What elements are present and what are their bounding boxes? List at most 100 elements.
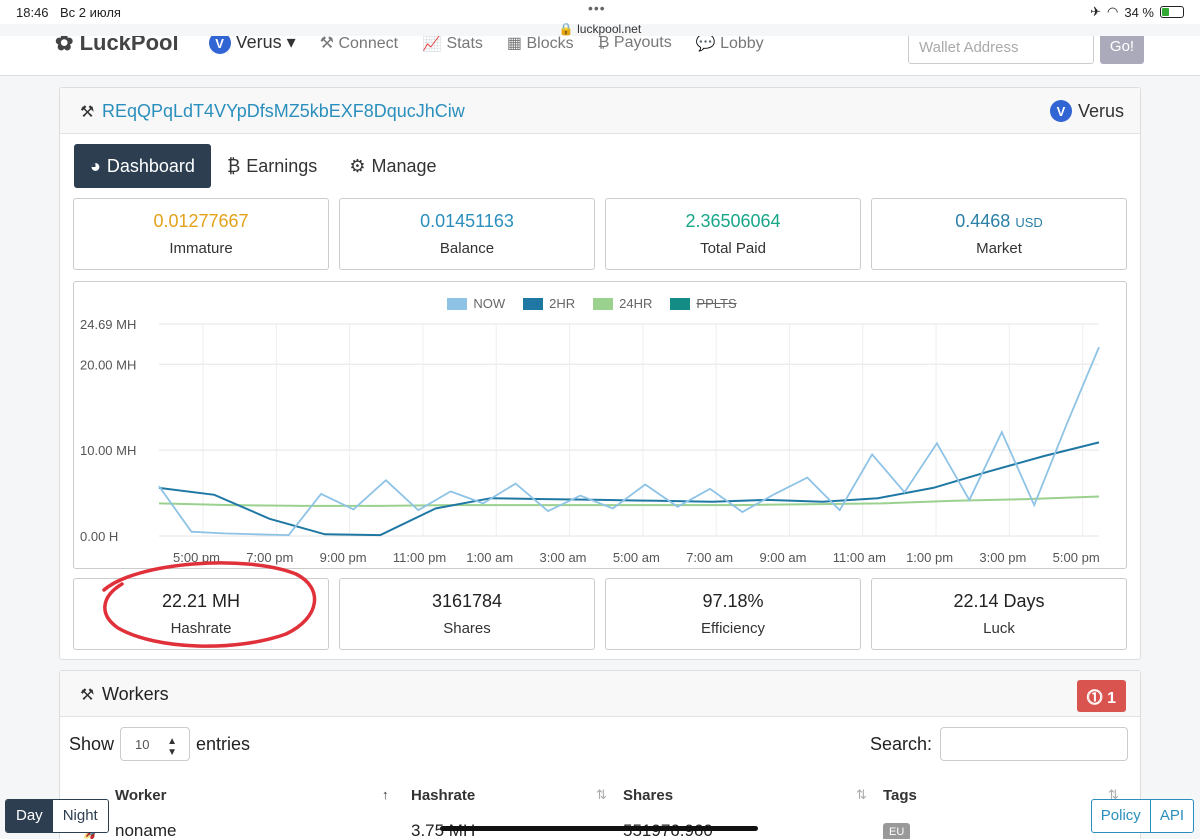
hammer-icon: ⚒ [80,104,95,121]
column-shares[interactable]: Shares [623,787,673,804]
tab-manage[interactable]: ⚙ Manage [333,144,452,188]
stat-value: 22.14 Days [953,591,1045,611]
panel-header: ⚒ REqQPqLdT4VYpDfsMZ5kbEXF8DqucJhCiw V Ve… [60,88,1140,134]
footer-links: Policy API [1090,799,1194,833]
coin-label: V Verus [1049,100,1124,122]
go-button[interactable]: Go! [1100,36,1144,64]
x-tick-label: 11:00 am [833,550,886,565]
stat-label: Total Paid [700,240,766,257]
column-tags[interactable]: Tags [883,787,917,804]
more-dots-icon[interactable]: ••• [588,0,606,16]
tab-earnings[interactable]: ₿ Earnings [211,144,333,188]
stat-label: Hashrate [170,620,232,637]
dashboard-panel: ⚒ REqQPqLdT4VYpDfsMZ5kbEXF8DqucJhCiw V Ve… [59,87,1141,660]
legend-label: PPLTS [696,296,737,311]
chart-legend: NOW 2HR 24HR PPLTS [74,296,1128,315]
entries-label: entries [196,733,251,754]
x-tick-label: 9:00 pm [320,550,367,565]
stat-value: 3161784 [431,591,503,611]
legend-item[interactable]: 2HR [523,296,575,311]
nav-stats[interactable]: 📈 Stats [422,36,483,53]
nav-payouts[interactable]: ₿ Payouts [598,36,672,52]
search-label: Search: [869,733,932,754]
brand-logo[interactable]: ✿ LuckPool [55,36,179,56]
alert-icon: ⓵ [1086,690,1103,707]
stat-label: Balance [439,240,495,257]
alert-badge[interactable]: ⓵ 1 [1076,680,1126,712]
tab-label: Dashboard [106,155,195,176]
x-tick-label: 3:00 pm [979,550,1026,565]
stat-label: Luck [983,620,1015,637]
stat-value: 22.21 MH [161,591,241,611]
wallet-address-input[interactable]: Wallet Address [908,36,1094,64]
stat-market: 0.4468 USD Market [871,198,1127,270]
sort-icon[interactable]: ⇅ [596,787,607,803]
stats-row: 22.21 MH Hashrate 3161784 Shares 97.18% … [73,578,1127,650]
stat-luck: 22.14 Days Luck [871,578,1127,650]
x-tick-label: 11:00 pm [393,550,446,565]
page-size-control: Show 10 ▲ ▼ entries [69,727,250,761]
nav-blocks[interactable]: ▦ Blocks [507,36,574,53]
stat-shares: 3161784 Shares [339,578,595,650]
balance-row: 0.01277667 Immature 0.01451163 Balance 2… [73,198,1127,270]
airplane-icon: ✈ [1090,4,1102,19]
ios-status-bar: 18:46 Вс 2 июля ••• 🔒 luckpool.net ✈ ◠ 3… [0,0,1200,36]
column-worker[interactable]: Worker [115,787,166,804]
theme-toggle: Day Night [5,799,109,833]
clover-icon: ✿ [55,36,74,55]
address-bar[interactable]: 🔒 luckpool.net [0,22,1200,36]
y-tick-label: 0.00 H [80,529,118,544]
coin-selector[interactable]: V Verus ▾ [208,36,296,55]
workers-header: ⚒ Workers ⓵ 1 [60,671,1140,717]
nav-label: Blocks [526,36,574,52]
nav-connect[interactable]: ⚒ Connect [320,36,398,53]
stat-value: 2.36506064 [685,211,781,231]
verus-icon: V [1049,100,1072,122]
day-button[interactable]: Day [6,800,53,832]
lock-icon: 🔒 [558,22,574,36]
battery-icon [1160,6,1184,18]
entries-select[interactable]: 10 ▲ ▼ [120,727,191,761]
column-hashrate[interactable]: Hashrate [411,787,475,804]
home-indicator [440,826,758,831]
select-value: 10 [135,737,150,752]
legend-swatch [447,297,468,310]
bitcoin-icon: ₿ [226,155,241,176]
stat-value: 0.01451163 [420,211,514,231]
stat-value: 0.4468 USD [872,211,1126,232]
verus-icon: V [208,36,231,55]
legend-item[interactable]: NOW [447,296,505,311]
sort-asc-icon[interactable]: ↑ [382,787,389,802]
stat-balance: 0.01451163 Balance [339,198,595,270]
series-line-now [158,346,1100,537]
search-input[interactable] [940,727,1128,761]
hashrate-chart: NOW 2HR 24HR PPLTS 24.69 MH 20.00 MH 10.00 MH… [73,281,1127,569]
search-control: Search: [870,727,1128,761]
nav-label: Payouts [613,36,672,51]
tab-dashboard[interactable]: ◕ Dashboard [74,144,211,188]
night-button[interactable]: Night [52,800,108,832]
x-tick-label: 5:00 pm [173,550,220,565]
hammer-icon: ⚒ [80,687,95,704]
status-indicators: ✈ ◠ 34 % [1090,4,1184,20]
nav-label: Lobby [720,36,764,52]
brand-name: LuckPool [79,36,179,55]
worker-name[interactable]: noname [115,821,176,839]
policy-button[interactable]: Policy [1092,800,1150,832]
y-tick-label: 24.69 MH [80,317,136,332]
date: Вс 2 июля [60,5,121,20]
legend-label: 2HR [549,296,576,311]
nav-lobby[interactable]: 💬 Lobby [696,36,764,53]
legend-swatch [593,297,614,310]
dashboard-icon: ◕ [90,155,101,176]
url-text: luckpool.net [577,22,642,36]
clock: 18:46 [16,5,49,20]
api-button[interactable]: API [1149,800,1193,832]
wallet-address-link[interactable]: REqQPqLdT4VYpDfsMZ5kbEXF8DqucJhCiw [102,101,465,122]
legend-item[interactable]: PPLTS [670,296,737,311]
legend-item[interactable]: 24HR [593,296,652,311]
y-tick-label: 20.00 MH [80,357,136,372]
sort-icon[interactable]: ⇅ [856,787,867,803]
market-value: 0.4468 [955,211,1011,231]
updown-icon: ▲ ▼ [167,736,178,758]
